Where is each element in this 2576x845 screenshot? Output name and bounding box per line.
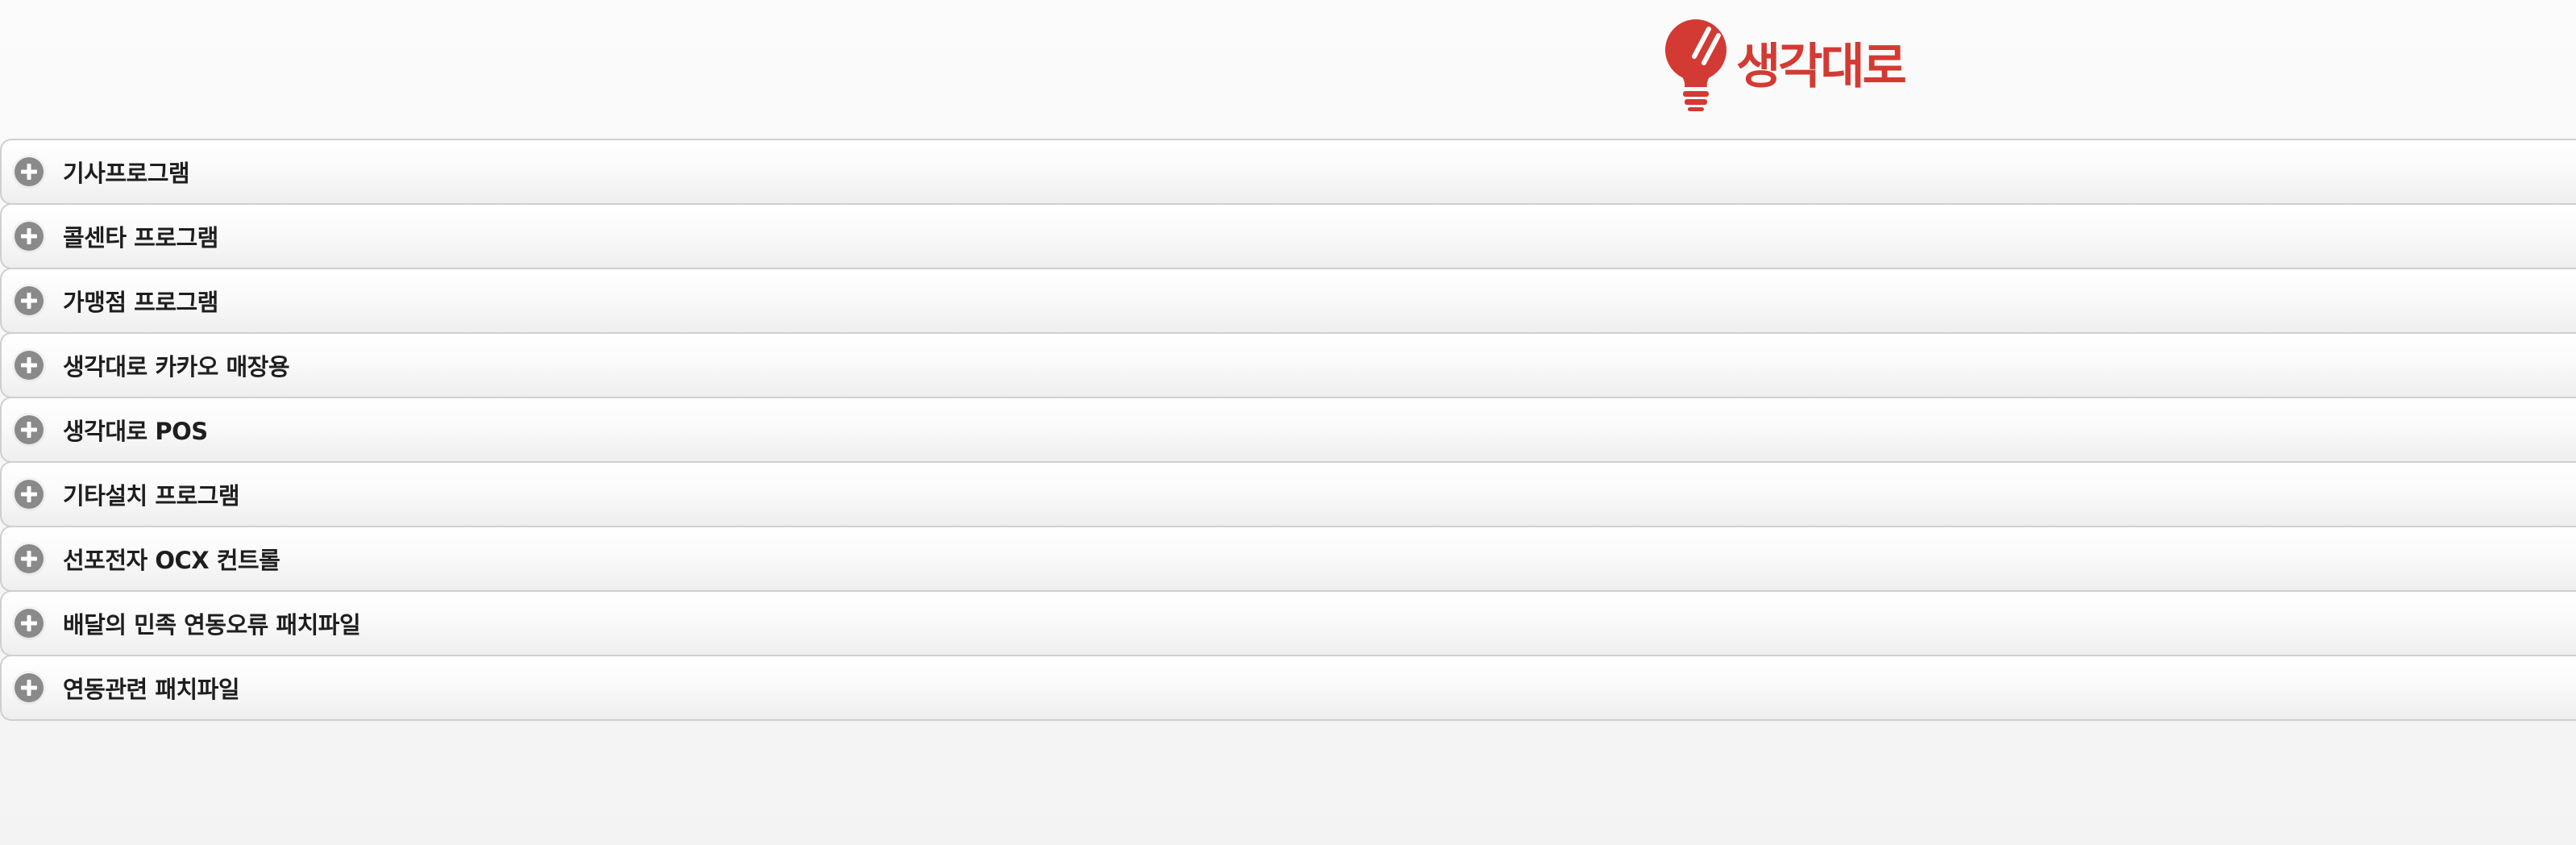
plus-circle-icon [15, 673, 44, 702]
accordion-item-label: 기사프로그램 [63, 160, 190, 187]
accordion-item-label: 연동관련 패치파일 [63, 676, 240, 703]
program-accordion: 기사프로그램 콜센타 프로그램 가맹점 프로그램 생각대로 카카오 매장용 생각… [0, 139, 2576, 721]
accordion-item-label: 생각대로 POS [63, 418, 208, 445]
plus-circle-icon [15, 544, 44, 573]
brand-name: 생각대로 [1736, 39, 1907, 95]
accordion-item-franchise-program[interactable]: 가맹점 프로그램 [0, 268, 2576, 334]
brand-logo[interactable]: 생각대로 [1662, 16, 1907, 113]
accordion-item-label: 콜센타 프로그램 [63, 224, 218, 252]
plus-circle-icon [15, 157, 44, 186]
accordion-item-label: 생각대로 카카오 매장용 [63, 353, 290, 381]
plus-circle-icon [15, 480, 44, 509]
lightbulb-icon [1665, 19, 1726, 111]
accordion-item-label: 기타설치 프로그램 [63, 482, 240, 510]
accordion-item-label: 선포전자 OCX 컨트롤 [63, 547, 280, 574]
plus-circle-icon [15, 222, 44, 251]
plus-circle-icon [15, 609, 44, 638]
page-header: 생각대로 [0, 0, 2576, 139]
accordion-item-integration-patch[interactable]: 연동관련 패치파일 [0, 655, 2576, 721]
accordion-item-label: 가맹점 프로그램 [63, 289, 218, 316]
accordion-item-callcenter-program[interactable]: 콜센타 프로그램 [0, 203, 2576, 269]
accordion-item-baemin-patch[interactable]: 배달의 민족 연동오류 패치파일 [0, 590, 2576, 656]
accordion-item-driver-program[interactable]: 기사프로그램 [0, 139, 2576, 205]
accordion-item-kakao-store[interactable]: 생각대로 카카오 매장용 [0, 332, 2576, 398]
accordion-item-pos[interactable]: 생각대로 POS [0, 397, 2576, 463]
plus-circle-icon [15, 415, 44, 444]
accordion-item-other-install[interactable]: 기타설치 프로그램 [0, 461, 2576, 527]
accordion-item-label: 배달의 민족 연동오류 패치파일 [63, 611, 361, 639]
accordion-item-ocx-control[interactable]: 선포전자 OCX 컨트롤 [0, 526, 2576, 592]
plus-circle-icon [15, 351, 44, 380]
plus-circle-icon [15, 286, 44, 315]
